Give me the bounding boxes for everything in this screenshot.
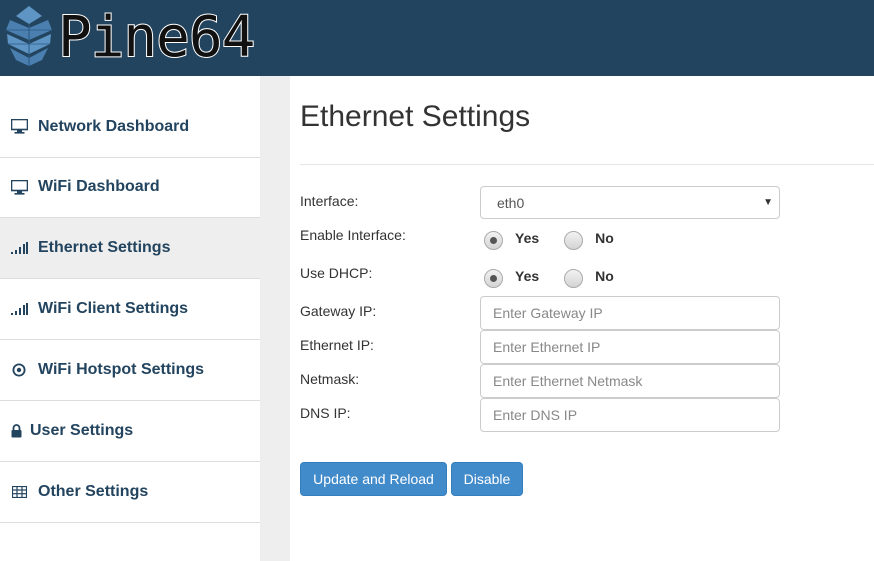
target-icon	[10, 362, 28, 378]
interface-select[interactable]: eth0 ▼	[480, 186, 780, 219]
content-gutter	[260, 76, 290, 561]
use-dhcp-radio-group: Yes No	[484, 264, 614, 288]
enable-interface-no-label: No	[595, 230, 614, 246]
gateway-ip-input[interactable]	[480, 296, 780, 330]
sidebar-item-label: User Settings	[30, 422, 134, 439]
netmask-input[interactable]	[480, 364, 780, 398]
use-dhcp-no-label: No	[595, 268, 614, 284]
sidebar-item-label: WiFi Hotspot Settings	[38, 361, 205, 378]
sidebar-item-other-settings[interactable]: Other Settings	[0, 462, 260, 523]
app-header: Pine64	[0, 0, 874, 76]
title-divider	[300, 164, 874, 165]
dns-ip-label: DNS IP:	[300, 405, 351, 421]
disable-button[interactable]: Disable	[451, 462, 523, 496]
caret-down-icon: ▼	[763, 197, 773, 208]
sidebar-item-label: Ethernet Settings	[38, 239, 171, 256]
sidebar-item-wifi-client-settings[interactable]: WiFi Client Settings	[0, 279, 260, 340]
use-dhcp-label: Use DHCP:	[300, 265, 373, 281]
page-title: Ethernet Settings	[300, 100, 531, 133]
use-dhcp-yes-radio[interactable]	[484, 269, 503, 288]
signal-bars-icon	[10, 240, 28, 256]
sidebar-item-label: WiFi Client Settings	[38, 300, 189, 317]
brand-name[interactable]: Pine64	[57, 5, 256, 71]
use-dhcp-yes-label: Yes	[515, 268, 540, 284]
sidebar-item-ethernet-settings[interactable]: Ethernet Settings	[0, 218, 260, 279]
sidebar-item-label: WiFi Dashboard	[38, 178, 160, 195]
dns-ip-input[interactable]	[480, 398, 780, 432]
use-dhcp-no-radio[interactable]	[564, 269, 584, 288]
enable-interface-yes-radio[interactable]	[484, 231, 503, 250]
monitor-icon	[10, 119, 28, 135]
interface-selected-value: eth0	[497, 194, 525, 211]
gateway-ip-label: Gateway IP:	[300, 303, 377, 319]
enable-interface-yes-label: Yes	[515, 230, 540, 246]
enable-interface-no-radio[interactable]	[564, 231, 584, 250]
netmask-label: Netmask:	[300, 371, 360, 387]
sidebar-item-user-settings[interactable]: User Settings	[0, 401, 260, 462]
lock-icon	[10, 423, 22, 439]
sidebar-item-network-dashboard[interactable]: Network Dashboard	[0, 96, 260, 158]
sidebar-item-label: Network Dashboard	[38, 117, 190, 135]
signal-bars-icon	[10, 301, 28, 317]
table-icon	[10, 484, 28, 500]
sidebar-item-label: Other Settings	[38, 483, 149, 500]
ethernet-ip-label: Ethernet IP:	[300, 337, 374, 353]
sidebar-item-wifi-hotspot-settings[interactable]: WiFi Hotspot Settings	[0, 340, 260, 401]
update-and-reload-button[interactable]: Update and Reload	[300, 462, 447, 496]
ethernet-ip-input[interactable]	[480, 330, 780, 364]
enable-interface-label: Enable Interface:	[300, 227, 406, 243]
enable-interface-radio-group: Yes No	[484, 226, 614, 250]
monitor-icon	[10, 179, 28, 195]
pinecone-icon[interactable]	[4, 4, 54, 72]
sidebar-item-wifi-dashboard[interactable]: WiFi Dashboard	[0, 157, 260, 218]
interface-label: Interface:	[300, 193, 359, 209]
